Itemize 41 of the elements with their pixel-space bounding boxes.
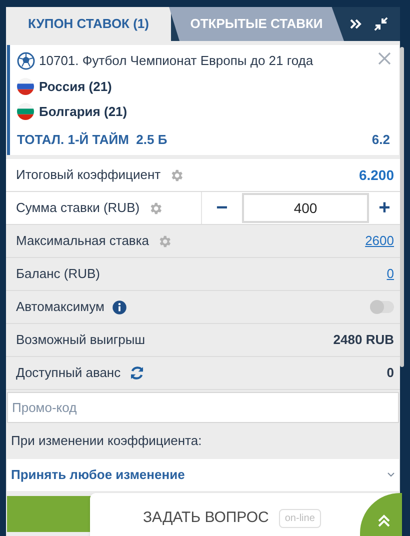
row-link[interactable]: 2600 bbox=[365, 231, 400, 251]
chevrons-up-icon bbox=[377, 514, 391, 528]
odds-value: 6.2 bbox=[372, 130, 390, 148]
row-label: Автомаксимум bbox=[16, 298, 104, 316]
market-label: ТОТАЛ. 1-Й ТАЙМ 2.5 Б bbox=[17, 130, 168, 148]
odds-change-label: При изменении коэффициента: bbox=[10, 432, 203, 450]
team-name: Россия (21) bbox=[39, 78, 112, 96]
amount-field[interactable]: 400 bbox=[242, 193, 369, 223]
tab[interactable]: КУПОН СТАВОК (1) bbox=[6, 7, 171, 41]
event-title: 10701. Футбол Чемпионат Европы до 21 года bbox=[39, 52, 314, 70]
online-badge: on-line bbox=[278, 508, 321, 528]
odds-change-select[interactable]: Принять любое изменение bbox=[7, 458, 399, 490]
promo-code-field[interactable]: Промо-код bbox=[7, 392, 399, 423]
plus-button[interactable]: + bbox=[369, 193, 400, 223]
chevrons-right-icon[interactable] bbox=[350, 18, 362, 30]
row-value: 0 bbox=[386, 364, 395, 382]
chat-dialog[interactable]: ЗАДАТЬ ВОПРОС on-line bbox=[90, 493, 402, 536]
row-label: Баланс (RUB) bbox=[16, 265, 100, 284]
team-name: Болгария (21) bbox=[39, 103, 128, 121]
row-label: Доступный аванс bbox=[16, 364, 121, 382]
row-label: Сумма ставки (RUB) bbox=[16, 199, 140, 218]
toggle-switch[interactable] bbox=[370, 301, 394, 313]
row-link[interactable]: 0 bbox=[386, 264, 400, 284]
expand-button[interactable] bbox=[360, 493, 402, 536]
flag-icon bbox=[17, 78, 34, 95]
close-button[interactable] bbox=[378, 52, 391, 65]
soccer-ball-icon bbox=[17, 52, 35, 70]
collapse-icon[interactable] bbox=[374, 17, 388, 31]
row-value: 2480 RUB bbox=[333, 331, 395, 350]
row-label: Итоговый коэффициент bbox=[16, 166, 161, 184]
gear-icon[interactable] bbox=[148, 200, 163, 216]
info-icon[interactable] bbox=[112, 300, 128, 314]
flag-icon bbox=[17, 103, 34, 120]
minus-button[interactable]: − bbox=[202, 193, 242, 223]
chevron-down-icon bbox=[387, 472, 395, 478]
gear-icon[interactable] bbox=[157, 234, 172, 248]
gear-icon[interactable] bbox=[168, 168, 184, 182]
refresh-icon[interactable] bbox=[128, 365, 145, 381]
row-label: Возможный выигрыш bbox=[16, 331, 146, 350]
row-value: 6.200 bbox=[358, 166, 395, 184]
row-label: Максимальная ставка bbox=[16, 232, 150, 250]
